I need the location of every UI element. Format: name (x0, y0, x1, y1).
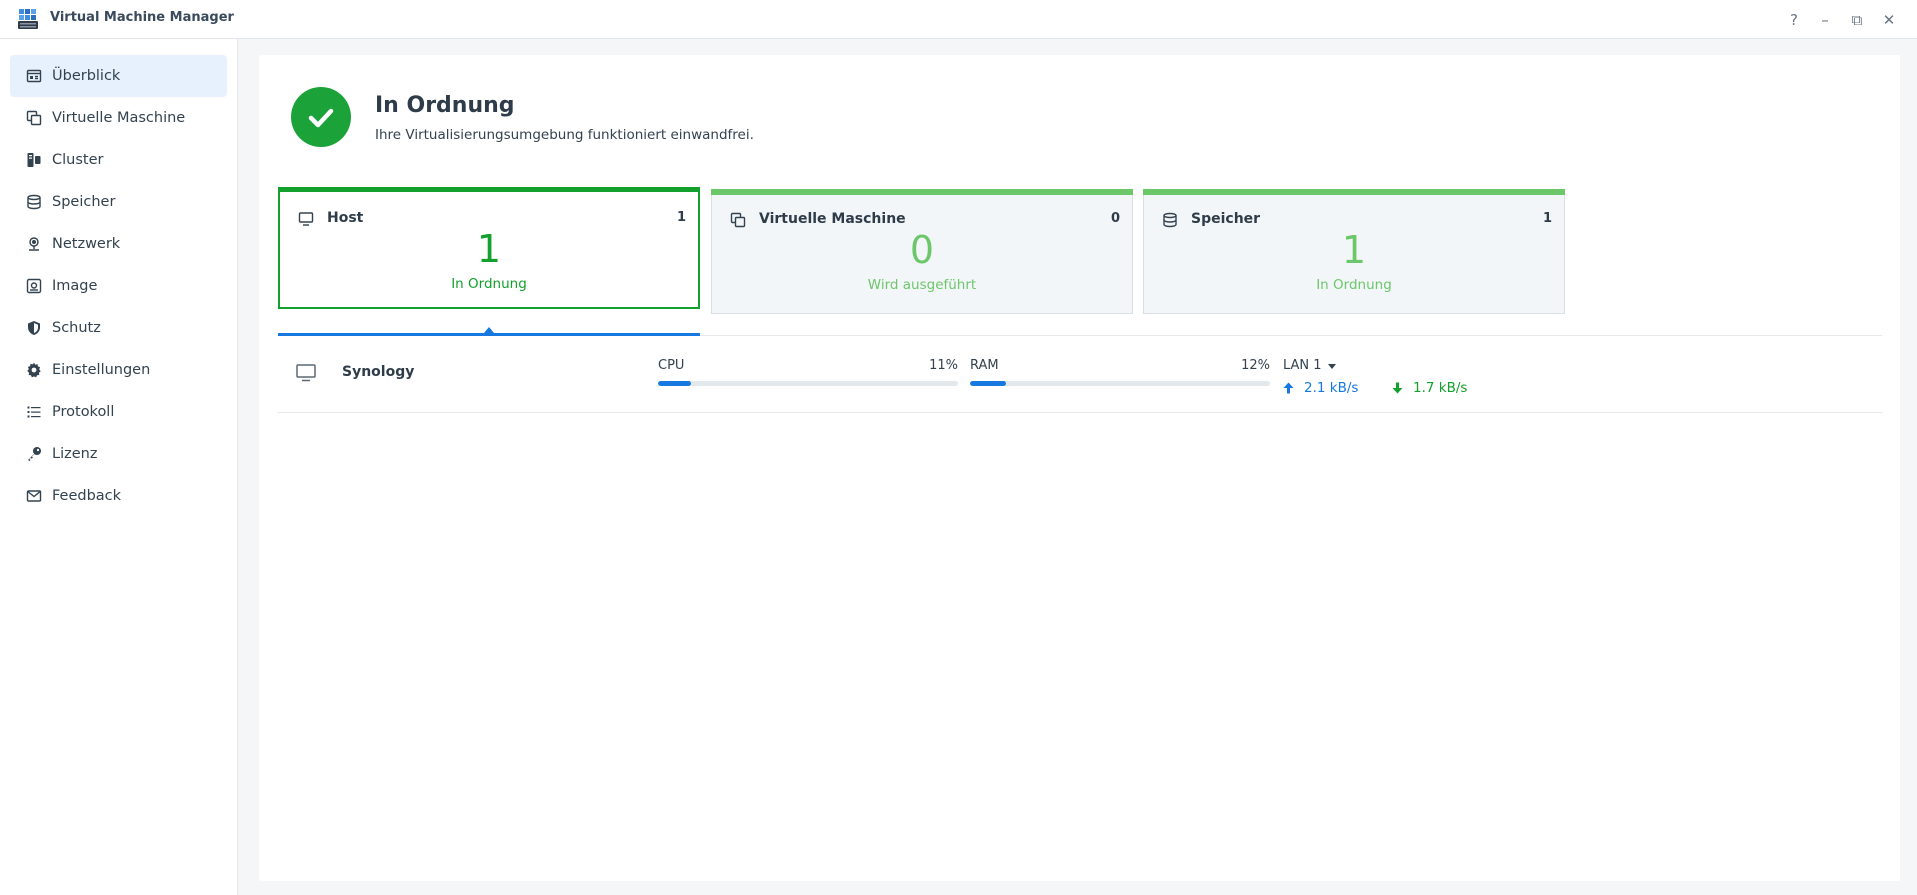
card-status-bar (1143, 189, 1565, 195)
sidebar-item-log[interactable]: Protokoll (10, 391, 227, 433)
minimize-button[interactable]: – (1813, 8, 1837, 32)
sidebar-item-protection[interactable]: Schutz (10, 307, 227, 349)
cpu-usage-bar (658, 381, 958, 386)
sidebar-item-label: Schutz (52, 320, 101, 336)
arrow-up-icon (1283, 382, 1294, 394)
restore-button[interactable]: ⧉ (1845, 8, 1869, 32)
sidebar-item-network[interactable]: Netzwerk (10, 223, 227, 265)
sidebar-item-label: Netzwerk (52, 236, 121, 252)
card-subtitle: Wird ausgeführt (867, 277, 977, 293)
overview-icon (25, 67, 43, 85)
sidebar-item-label: Lizenz (52, 446, 98, 462)
key-icon (25, 445, 43, 463)
close-button[interactable]: ✕ (1877, 8, 1901, 32)
card-host[interactable]: Host 1 1 In Ordnung (278, 187, 700, 309)
card-title: Speicher (1191, 211, 1261, 227)
status-title: In Ordnung (375, 93, 515, 118)
arrow-down-icon (1392, 382, 1403, 394)
sidebar: Überblick Virtuelle Maschine Cluster Spe… (0, 39, 238, 895)
ram-usage-bar (970, 381, 1270, 386)
card-status-bar (711, 189, 1133, 195)
status-description: Ihre Virtualisierungsumgebung funktionie… (375, 127, 754, 143)
help-button[interactable]: ? (1782, 8, 1806, 32)
title-bar: Virtual Machine Manager ? – ⧉ ✕ (0, 0, 1917, 39)
shield-icon (25, 319, 43, 337)
sidebar-item-label: Einstellungen (52, 362, 151, 378)
card-count: 0 (1110, 211, 1120, 226)
gear-icon (25, 361, 43, 379)
vm-icon (25, 109, 43, 127)
sidebar-item-settings[interactable]: Einstellungen (10, 349, 227, 391)
card-number: 1 (1341, 228, 1367, 272)
sidebar-item-image[interactable]: Image (10, 265, 227, 307)
card-number: 0 (909, 228, 935, 272)
download-rate: 1.7 kB/s (1392, 380, 1467, 396)
sidebar-item-label: Feedback (52, 488, 122, 504)
storage-icon (25, 193, 43, 211)
card-count: 1 (676, 210, 686, 225)
image-icon (25, 277, 43, 295)
sidebar-item-feedback[interactable]: Feedback (10, 475, 227, 517)
sidebar-item-label: Protokoll (52, 404, 115, 420)
sidebar-item-label: Cluster (52, 152, 104, 168)
log-icon (25, 403, 43, 421)
card-status-bar (278, 187, 700, 192)
sidebar-item-cluster[interactable]: Cluster (10, 139, 227, 181)
download-value: 1.7 kB/s (1413, 380, 1468, 396)
ram-label: RAM (970, 358, 999, 373)
mail-icon (25, 487, 43, 505)
card-storage[interactable]: Speicher 1 1 In Ordnung (1143, 189, 1565, 314)
card-count: 1 (1542, 211, 1552, 226)
upload-value: 2.1 kB/s (1304, 380, 1359, 396)
monitor-icon (296, 364, 316, 382)
host-name: Synology (342, 364, 415, 380)
card-number: 1 (476, 227, 502, 271)
monitor-icon (298, 212, 314, 226)
sidebar-item-storage[interactable]: Speicher (10, 181, 227, 223)
sidebar-item-label: Speicher (52, 194, 116, 210)
cluster-icon (25, 151, 43, 169)
sidebar-item-license[interactable]: Lizenz (10, 433, 227, 475)
app-title: Virtual Machine Manager (50, 10, 234, 25)
cpu-value: 11% (929, 358, 958, 373)
active-tab-caret (484, 327, 494, 333)
status-ok-icon (291, 87, 351, 147)
upload-rate: 2.1 kB/s (1283, 380, 1358, 396)
storage-icon (1163, 212, 1177, 228)
card-subtitle: In Ordnung (451, 276, 527, 292)
cpu-usage-fill (658, 381, 691, 386)
ram-usage-fill (970, 381, 1006, 386)
sidebar-item-label: Image (52, 278, 98, 294)
network-icon (25, 235, 43, 253)
sidebar-item-virtual-machine[interactable]: Virtuelle Maschine (10, 97, 227, 139)
lan-selector[interactable]: LAN 1 (1283, 358, 1322, 373)
chevron-down-icon[interactable] (1328, 364, 1336, 369)
cpu-label: CPU (658, 358, 685, 373)
sidebar-item-overview[interactable]: Überblick (10, 55, 227, 97)
host-row[interactable]: Synology CPU 11% RAM 12% LAN 1 2.1 kB/s … (278, 336, 1882, 413)
main-panel: In Ordnung Ihre Virtualisierungsumgebung… (259, 55, 1900, 881)
card-title: Virtuelle Maschine (759, 211, 906, 227)
vm-icon (730, 212, 746, 228)
sidebar-item-label: Virtuelle Maschine (52, 110, 186, 126)
card-virtual-machine[interactable]: Virtuelle Maschine 0 0 Wird ausgeführt (711, 189, 1133, 314)
card-subtitle: In Ordnung (1316, 277, 1392, 293)
card-title: Host (327, 210, 364, 226)
sidebar-item-label: Überblick (52, 68, 121, 84)
app-logo-icon (18, 9, 38, 29)
ram-value: 12% (1241, 358, 1270, 373)
